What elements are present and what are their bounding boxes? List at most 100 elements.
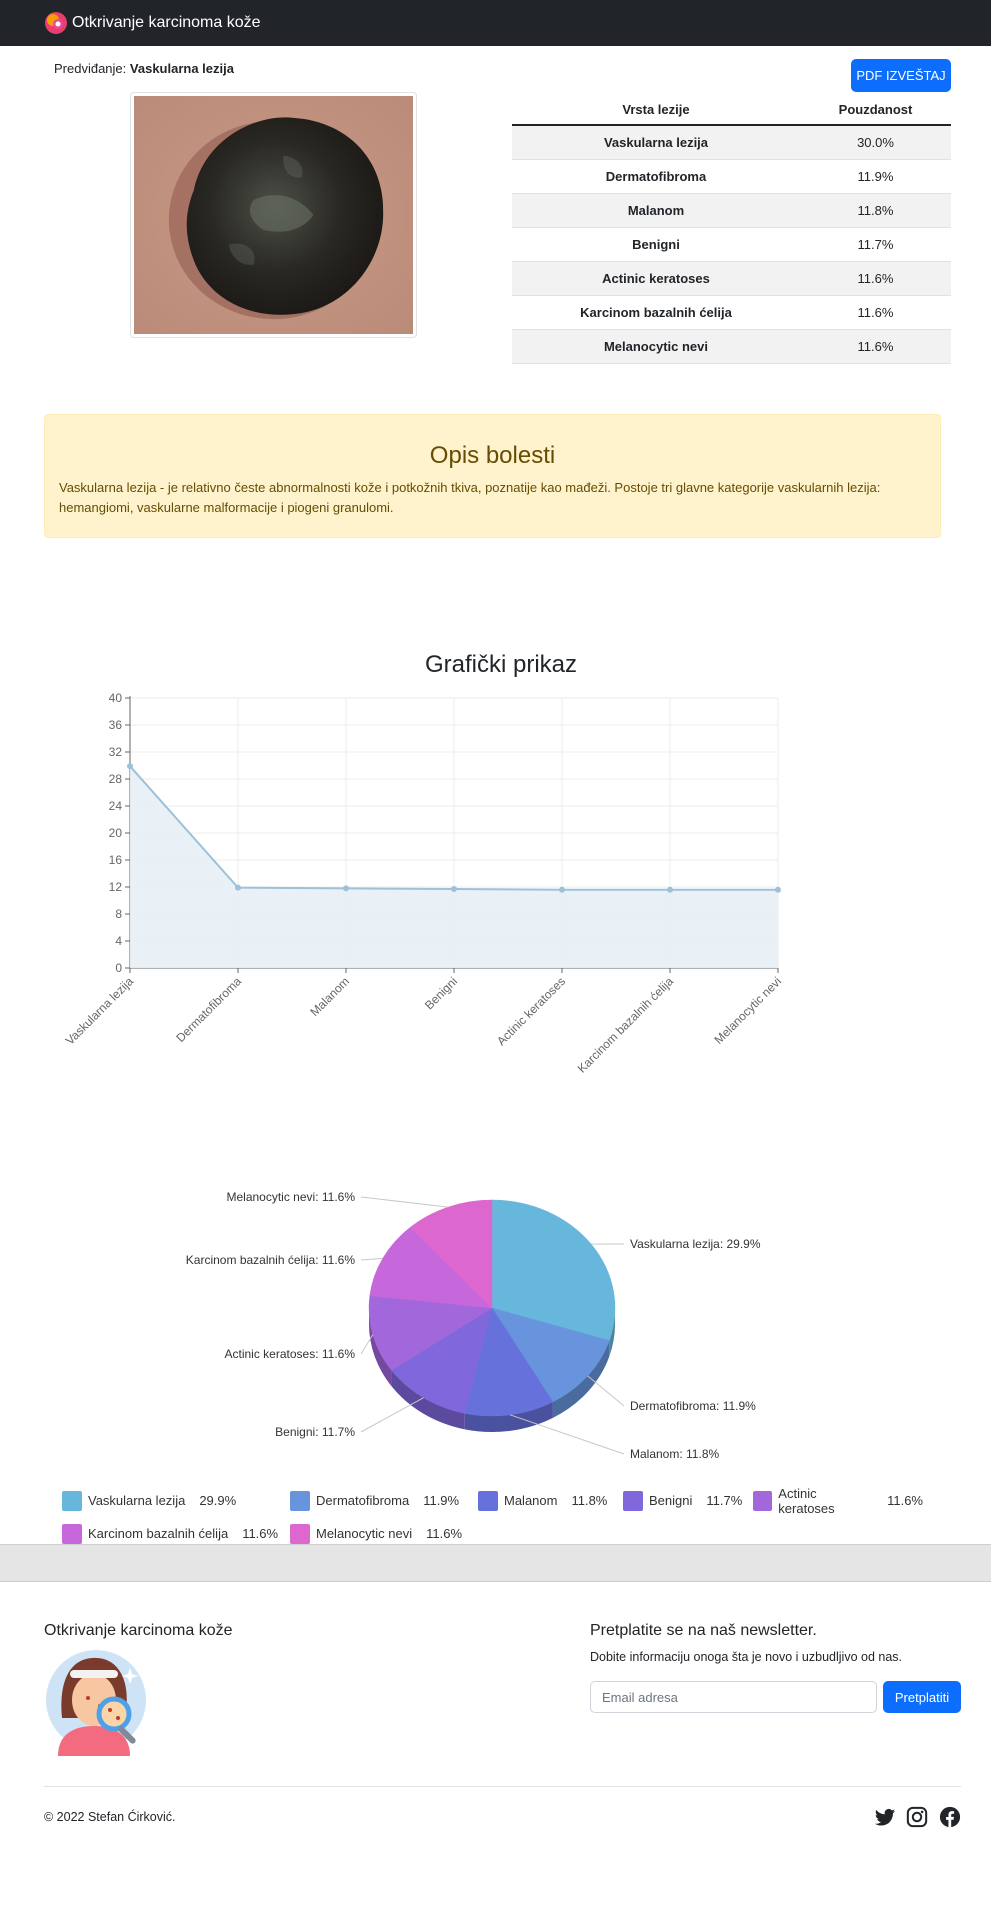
- legend-swatch: [290, 1523, 310, 1544]
- twitter-icon[interactable]: [874, 1806, 896, 1828]
- legend-value: 11.6%: [887, 1493, 923, 1508]
- lesion-image: [130, 92, 417, 338]
- brand-link[interactable]: Otkrivanje karcinoma kože: [44, 11, 261, 35]
- legend-label: Benigni: [649, 1493, 693, 1508]
- y-tick-label: 40: [109, 691, 123, 705]
- legend-item[interactable]: Actinic keratoses 11.6%: [753, 1486, 923, 1516]
- prediction: Predviđanje: Vaskularna lezija: [54, 61, 234, 76]
- data-point: [127, 763, 133, 770]
- table-row: Dermatofibroma 11.9%: [512, 159, 951, 194]
- newsletter-title: Pretplatite se na naš newsletter.: [590, 1622, 817, 1639]
- row-label: Melanocytic nevi: [512, 329, 800, 364]
- email-input[interactable]: [590, 1681, 877, 1713]
- table-header-row: Vrsta lezije Pouzdanost: [512, 95, 951, 126]
- legend-item[interactable]: Dermatofibroma 11.9%: [290, 1490, 478, 1511]
- pie-leader-line: [360, 1257, 383, 1261]
- legend-item[interactable]: Karcinom bazalnih ćelija 11.6%: [62, 1523, 290, 1544]
- footer-title: Otkrivanje karcinoma kože: [44, 1622, 233, 1639]
- alert-title: Opis bolesti: [429, 442, 556, 469]
- legend-swatch: [753, 1490, 773, 1511]
- prediction-value: Vaskularna lezija: [129, 61, 234, 76]
- subscribe-button[interactable]: Pretplatiti: [883, 1681, 961, 1713]
- pie-slice-label: Vaskularna lezija: 29.9%: [630, 1237, 761, 1251]
- pie-slice-label: Dermatofibroma: 11.9%: [630, 1399, 756, 1413]
- legend-item[interactable]: Malanom 11.8%: [478, 1490, 623, 1511]
- table-row: Actinic keratoses 11.6%: [512, 261, 951, 296]
- pie-slice-label: Malanom: 11.8%: [630, 1447, 719, 1461]
- prediction-label: Predviđanje:: [54, 61, 127, 76]
- legend-label: Malanom: [504, 1493, 558, 1508]
- y-tick-label: 16: [109, 853, 123, 867]
- x-tick-label: Vaskularna lezija: [63, 974, 137, 1048]
- pie-chart: Vaskularna lezija: 29.9% Dermatofibroma: …: [186, 1190, 761, 1461]
- legend-item[interactable]: Benigni 11.7%: [623, 1490, 753, 1511]
- line-chart: 0 4 8 12 16 20 24 28 32 36 40 Vaskularna lezija Derm…: [63, 691, 784, 1076]
- facebook-icon[interactable]: [939, 1806, 961, 1828]
- table-row: Malanom 11.8%: [512, 193, 951, 228]
- data-point: [235, 884, 241, 891]
- footer-band: [0, 1544, 991, 1582]
- row-value: 11.6%: [800, 329, 951, 364]
- y-tick-label: 32: [109, 745, 123, 759]
- pie-leader-line: [360, 1397, 424, 1433]
- row-value: 11.9%: [800, 159, 951, 194]
- legend-row: Vaskularna lezija 29.9% Dermatofibroma 11.9…: [62, 1484, 962, 1517]
- data-point: [559, 886, 565, 893]
- legend-value: 29.9%: [199, 1493, 237, 1508]
- y-tick-label: 12: [109, 880, 123, 894]
- row-value: 11.7%: [800, 227, 951, 262]
- row-label: Benigni: [512, 227, 800, 262]
- row-label: Karcinom bazalnih ćelija: [512, 295, 800, 330]
- x-tick-label: Dermatofibroma: [173, 974, 244, 1045]
- legend-value: 11.6%: [426, 1526, 463, 1541]
- pie-leader-line: [509, 1414, 625, 1455]
- legend-label: Melanocytic nevi: [316, 1526, 413, 1541]
- table-row: Karcinom bazalnih ćelija 11.6%: [512, 295, 951, 330]
- legend-item[interactable]: Melanocytic nevi 11.6%: [290, 1523, 478, 1544]
- legend-swatch: [62, 1490, 82, 1511]
- pie-slice-label: Actinic keratoses: 11.6%: [224, 1347, 355, 1361]
- copyright: © 2022 Stefan Ćirković.: [44, 1810, 176, 1824]
- data-point: [775, 886, 781, 893]
- table-row: Melanocytic nevi 11.6%: [512, 329, 951, 364]
- y-tick-label: 0: [115, 961, 122, 975]
- pie-slice-label: Benigni: 11.7%: [275, 1425, 355, 1439]
- header-confidence: Pouzdanost: [800, 95, 951, 126]
- pie-slice-label: Melanocytic nevi: 11.6%: [226, 1190, 355, 1204]
- pdf-report-button[interactable]: PDF IZVEŠTAJ: [851, 59, 951, 92]
- y-tick-label: 4: [115, 934, 122, 948]
- newsletter-subtitle: Dobite informaciju onoga šta je novo i u…: [590, 1650, 902, 1664]
- lesion-image-drawing: [134, 96, 413, 334]
- footer-divider: [44, 1786, 961, 1787]
- legend-value: 11.6%: [242, 1526, 279, 1541]
- y-tick-label: 36: [109, 718, 123, 732]
- table-row: Benigni 11.7%: [512, 227, 951, 262]
- legend-item[interactable]: Vaskularna lezija 29.9%: [62, 1490, 290, 1511]
- y-tick-label: 20: [109, 826, 123, 840]
- row-value: 30.0%: [800, 125, 951, 160]
- x-tick-label: Actinic keratoses: [494, 974, 568, 1048]
- row-value: 11.8%: [800, 193, 951, 228]
- row-value: 11.6%: [800, 261, 951, 296]
- row-label: Dermatofibroma: [512, 159, 800, 194]
- y-tick-label: 8: [115, 907, 122, 921]
- data-point: [667, 886, 673, 893]
- row-label: Actinic keratoses: [512, 261, 800, 296]
- row-label: Vaskularna lezija: [512, 125, 800, 160]
- pie-leader-line: [587, 1375, 625, 1407]
- legend-value: 11.9%: [423, 1493, 460, 1508]
- legend-swatch: [623, 1490, 643, 1511]
- legend-label: Karcinom bazalnih ćelija: [88, 1526, 229, 1541]
- data-point: [451, 886, 457, 893]
- disease-description-alert: Opis bolesti Vaskularna lezija - je rela…: [44, 414, 941, 538]
- instagram-icon[interactable]: [906, 1806, 928, 1828]
- row-label: Malanom: [512, 193, 800, 228]
- skin-check-illustration-icon: [46, 1650, 146, 1756]
- legend-swatch: [478, 1490, 498, 1511]
- y-tick-label: 28: [109, 772, 123, 786]
- pie-leader-line: [360, 1334, 374, 1355]
- x-tick-label: Benigni: [422, 974, 460, 1012]
- row-value: 11.6%: [800, 295, 951, 330]
- pie-slice-label: Karcinom bazalnih ćelija: 11.6%: [186, 1253, 356, 1267]
- legend-label: Actinic keratoses: [778, 1485, 835, 1516]
